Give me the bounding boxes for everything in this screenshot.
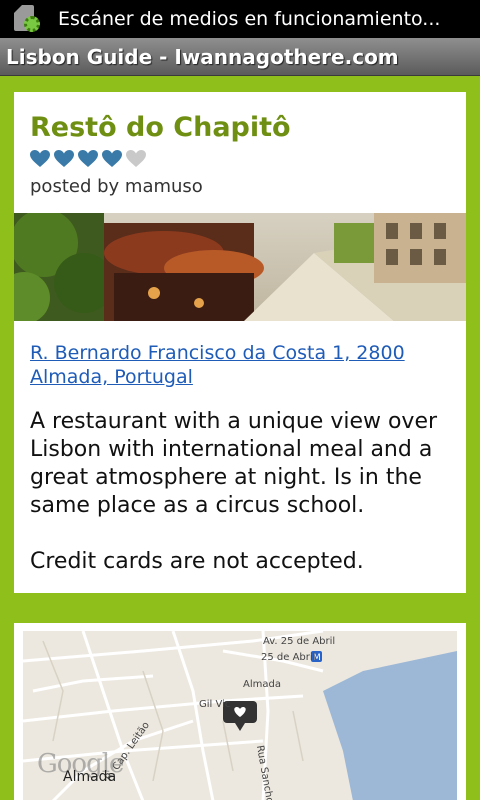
posted-by: posted by mamuso [30,176,203,197]
map-label-poi-2: Gil Vic [199,699,231,710]
address-link[interactable]: R. Bernardo Francisco da Costa 1, 2800 A… [30,341,450,389]
map-label-city: Almada [63,769,117,785]
heart-icon [54,150,74,167]
map-label-street-2: 25 de Abril [261,652,316,663]
status-bar: Escáner de medios en funcionamiento... [0,0,480,38]
posted-by-label: posted by [30,176,125,197]
map-card: M Av. 25 de Abril 25 de Abril Almada Gil… [14,623,466,800]
place-photo-image [14,213,466,321]
location-map[interactable]: M Av. 25 de Abril 25 de Abril Almada Gil… [23,631,457,800]
status-notification-text: Escáner de medios en funcionamiento... [58,8,441,30]
payment-note: Credit cards are not accepted. [30,549,364,574]
heart-icon [126,150,146,167]
app-title-bar: Lisbon Guide - Iwannagothere.com [0,38,480,76]
heart-icon [78,150,98,167]
map-label-poi: Almada [243,679,281,690]
author-name: mamuso [124,176,203,197]
heart-icon [30,150,50,167]
map-label-street: Av. 25 de Abril [263,636,336,647]
rating-hearts [30,150,146,168]
place-title: Restô do Chapitô [30,112,291,143]
app-title: Lisbon Guide - Iwannagothere.com [6,44,399,69]
place-description: A restaurant with a unique view over Lis… [30,409,438,518]
place-card: Restô do Chapitô posted by mamuso R. Ber… [14,92,466,593]
heart-icon [102,150,122,167]
place-photo [14,213,466,321]
media-scanner-icon [12,4,42,34]
